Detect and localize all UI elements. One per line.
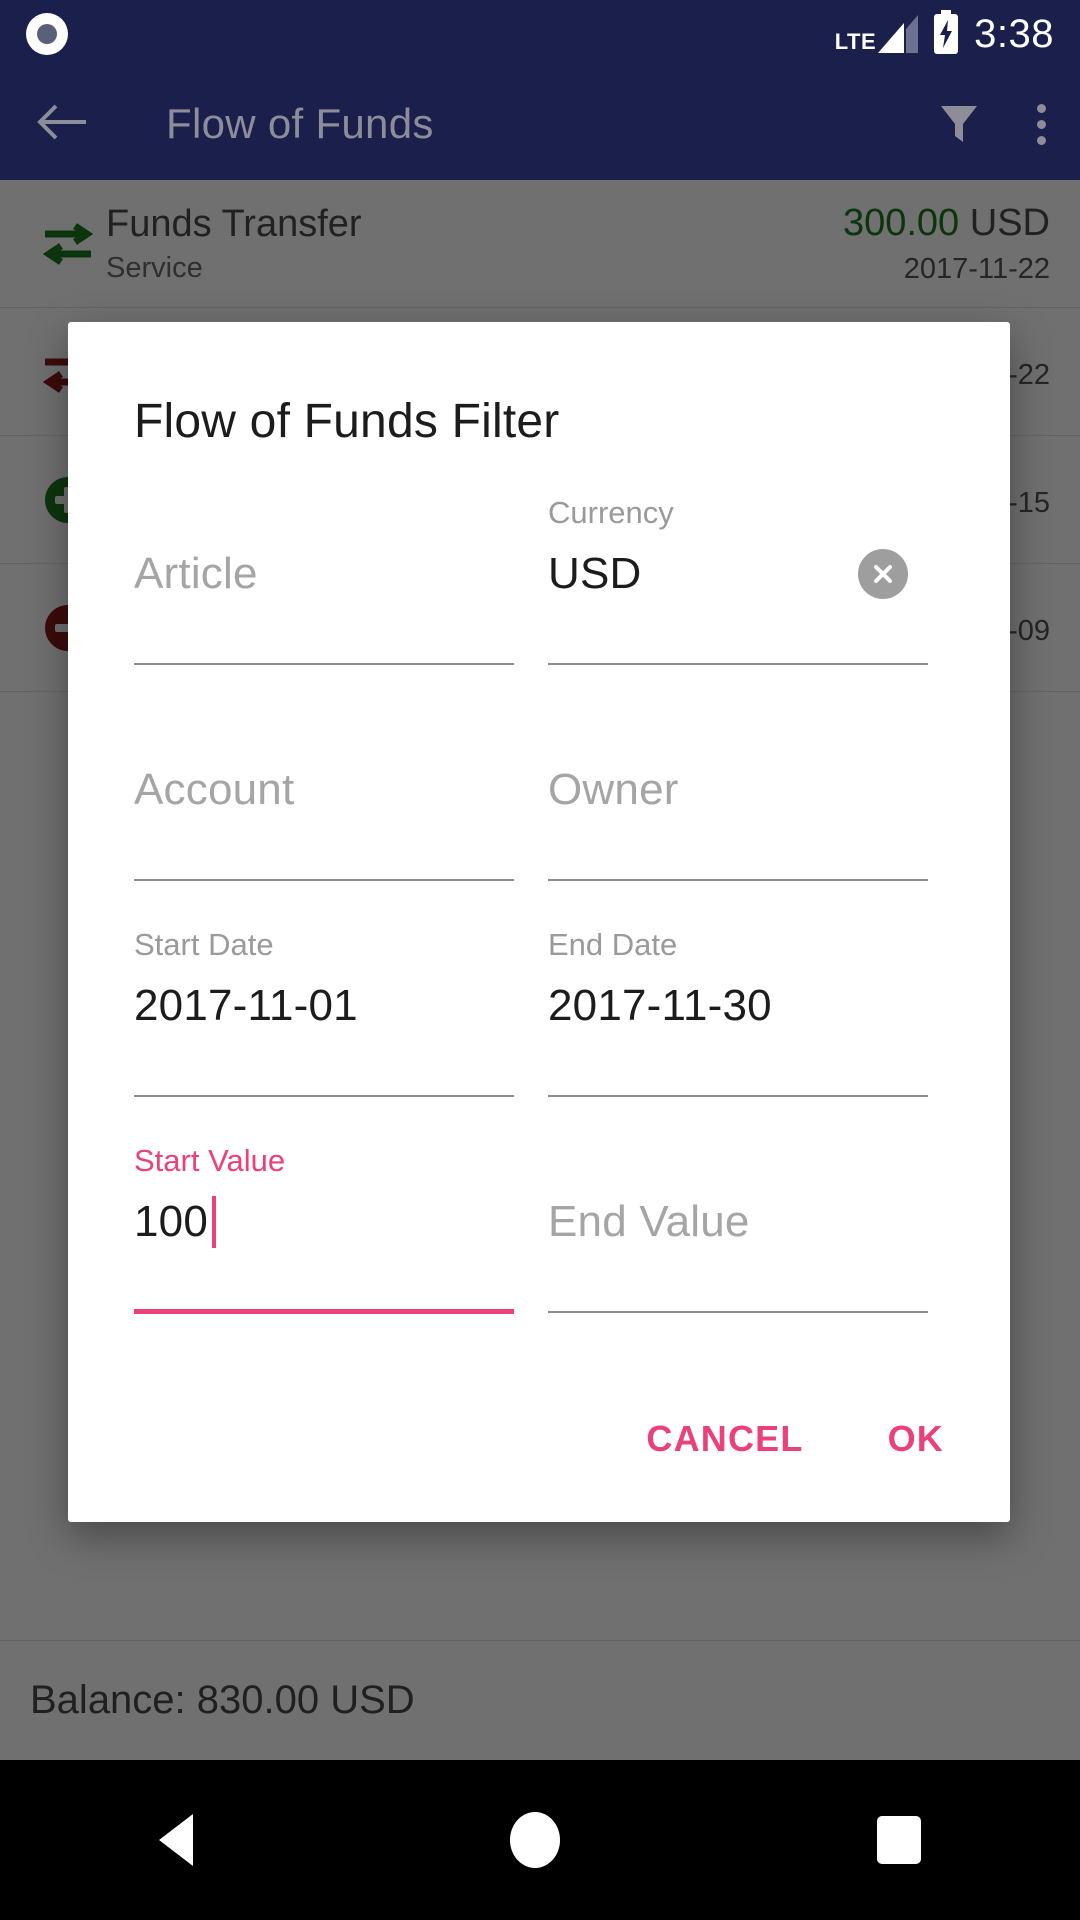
cancel-button[interactable]: CANCEL — [646, 1418, 803, 1460]
dialog-title: Flow of Funds Filter — [134, 395, 560, 448]
status-bar-clock: 3:38 — [974, 11, 1054, 56]
start-date-field[interactable]: Start Date 2017-11-01 — [134, 923, 530, 1139]
ok-button[interactable]: OK — [888, 1418, 944, 1460]
start-value-underline — [134, 1309, 514, 1314]
owner-input[interactable]: Owner — [548, 751, 928, 829]
currency-field[interactable]: Currency USD — [548, 491, 944, 707]
end-date-label: End Date — [548, 927, 678, 962]
page-title: Flow of Funds — [166, 100, 434, 147]
end-date-field[interactable]: End Date 2017-11-30 — [548, 923, 944, 1139]
camera-dot-icon — [26, 13, 68, 55]
dialog-actions: CANCEL OK — [646, 1418, 944, 1460]
article-field[interactable]: Article — [134, 491, 530, 707]
start-value-text: 100 — [134, 1197, 209, 1246]
nav-home-icon[interactable] — [509, 1812, 560, 1868]
start-value-input[interactable]: 100 — [134, 1183, 514, 1261]
account-field[interactable]: Account — [134, 707, 530, 923]
account-input[interactable]: Account — [134, 751, 514, 829]
start-value-label: Start Value — [134, 1143, 286, 1178]
network-type-label: LTE — [834, 29, 877, 54]
owner-placeholder: Owner — [548, 765, 679, 814]
nav-recents-icon[interactable] — [877, 1816, 922, 1864]
owner-field[interactable]: Owner — [548, 707, 944, 923]
account-underline — [134, 879, 514, 881]
status-bar-left — [26, 13, 68, 55]
nav-back-icon[interactable] — [158, 1814, 193, 1866]
status-bar: LTE 3:38 — [0, 0, 1080, 68]
overflow-menu-icon[interactable] — [1037, 103, 1046, 145]
flow-of-funds-filter-dialog: Flow of Funds Filter Article Currency US… — [68, 322, 1010, 1522]
battery-charging-icon — [932, 9, 960, 59]
app-bar-actions — [935, 98, 1046, 151]
start-date-value: 2017-11-01 — [134, 981, 358, 1030]
owner-underline — [548, 879, 928, 881]
start-date-label: Start Date — [134, 927, 274, 962]
back-arrow-icon[interactable] — [34, 102, 88, 147]
end-date-value: 2017-11-30 — [548, 981, 772, 1030]
start-date-input[interactable]: 2017-11-01 — [134, 967, 514, 1045]
filter-fields-grid: Article Currency USD Account Owner Start… — [134, 491, 944, 1355]
text-cursor — [212, 1196, 217, 1248]
currency-input[interactable]: USD — [548, 535, 928, 613]
end-date-input[interactable]: 2017-11-30 — [548, 967, 928, 1045]
account-placeholder: Account — [134, 765, 295, 814]
article-input[interactable]: Article — [134, 535, 514, 613]
filter-funnel-icon[interactable] — [935, 98, 983, 151]
currency-underline — [548, 663, 928, 665]
end-value-placeholder: End Value — [548, 1197, 750, 1246]
clear-circle-icon[interactable] — [858, 549, 908, 599]
start-value-field[interactable]: Start Value 100 — [134, 1139, 530, 1355]
currency-value: USD — [548, 549, 642, 598]
app-bar: Flow of Funds — [0, 68, 1080, 180]
end-value-input[interactable]: End Value — [548, 1183, 928, 1261]
start-date-underline — [134, 1095, 514, 1097]
article-underline — [134, 663, 514, 665]
status-bar-right: LTE 3:38 — [834, 9, 1054, 59]
signal-bars-icon: LTE — [834, 15, 919, 54]
end-date-underline — [548, 1095, 928, 1097]
currency-label: Currency — [548, 495, 674, 530]
end-value-underline — [548, 1311, 928, 1313]
article-placeholder: Article — [134, 549, 258, 598]
end-value-field[interactable]: End Value — [548, 1139, 944, 1355]
navigation-bar — [0, 1760, 1080, 1920]
